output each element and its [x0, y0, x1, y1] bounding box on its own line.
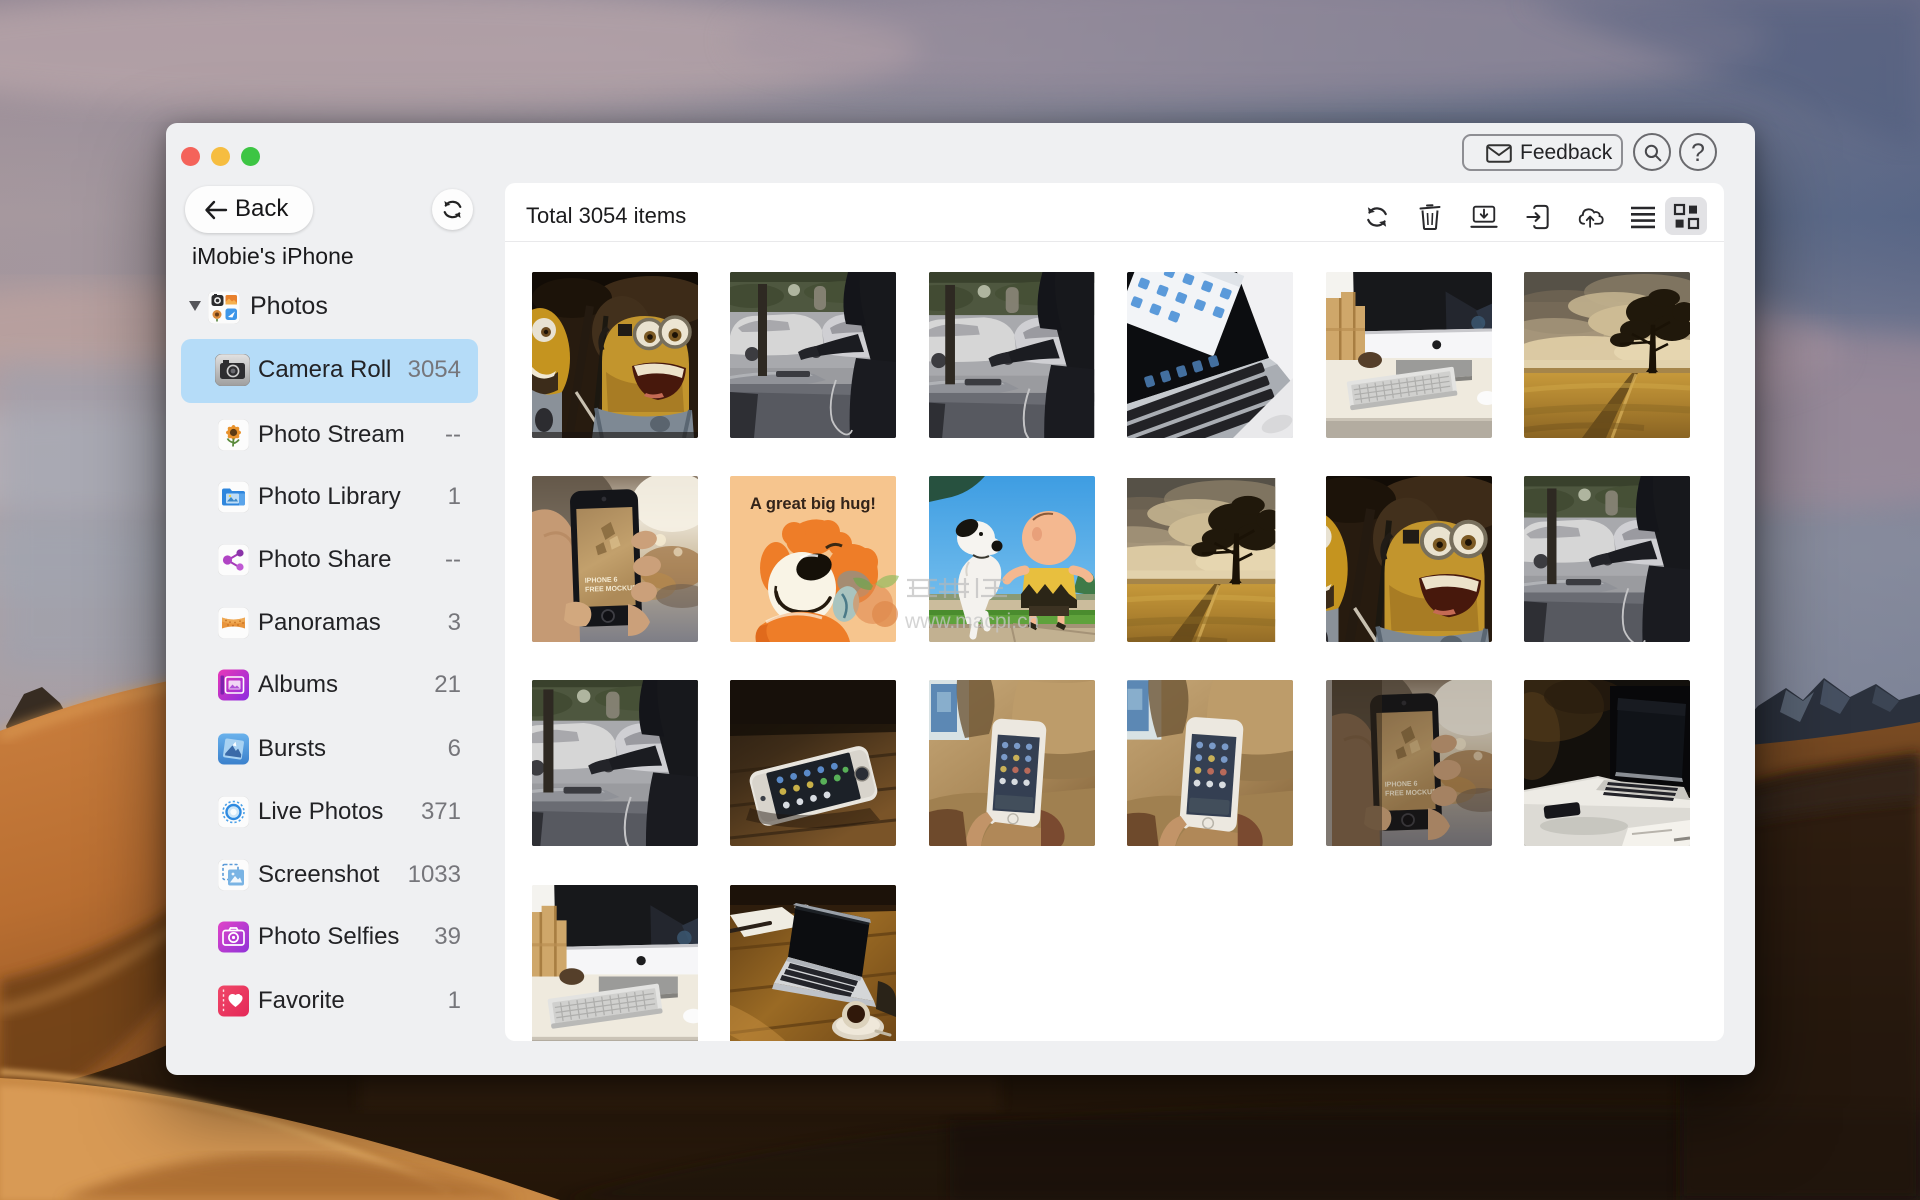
svg-text:www.macpi.cn: www.macpi.cn [904, 610, 1039, 633]
